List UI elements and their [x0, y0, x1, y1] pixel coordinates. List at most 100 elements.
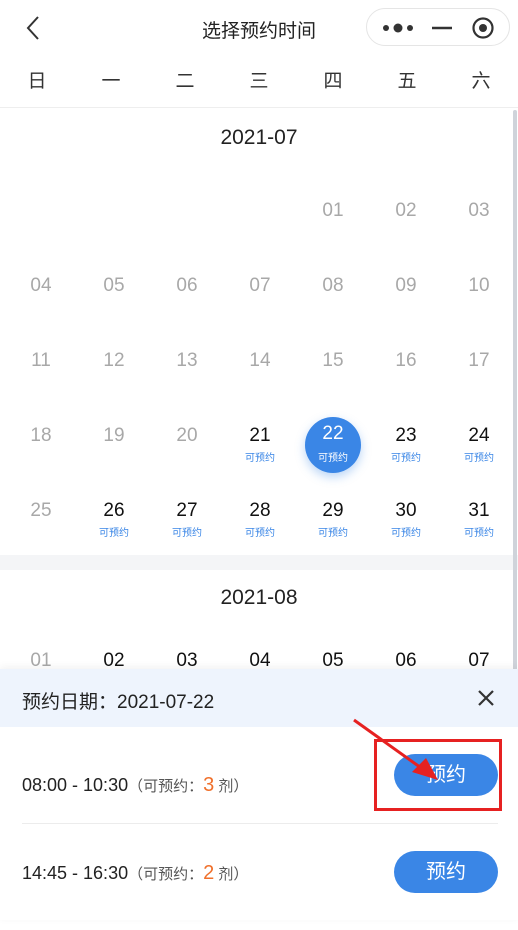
calendar-day: 02 [369, 182, 443, 257]
selected-date-label: 预约日期：2021-07-22 [22, 692, 215, 713]
navigation-bar: 选择预约时间 [0, 0, 518, 56]
weekday-sun: 日 [27, 71, 47, 92]
calendar-day-number: 27 [176, 500, 198, 521]
calendar-day[interactable]: 24 可预约 [442, 407, 516, 482]
calendar-day-number: 17 [468, 350, 490, 371]
calendar-day-number: 30 [395, 500, 417, 521]
calendar-day-number: 03 [468, 200, 490, 221]
month-title: 2021-08 [220, 586, 298, 609]
calendar-day-number: 28 [249, 500, 271, 521]
calendar-day[interactable]: 23 可预约 [369, 407, 443, 482]
calendar-day: 19 [77, 407, 151, 482]
slot-divider [22, 823, 498, 824]
calendar-day-number: 15 [322, 350, 344, 371]
minimize-icon[interactable] [430, 20, 454, 36]
slot-time-text: 14:45 - 16:30（可预约：2 剂） [22, 862, 248, 885]
book-button[interactable]: 预约 [394, 851, 498, 893]
calendar-day: 25 [4, 482, 78, 557]
calendar-day: 06 [150, 257, 224, 332]
calendar-day[interactable]: 29 可预约 [296, 482, 370, 557]
calendar-day-number: 21 [249, 425, 271, 446]
calendar-day-number: 01 [322, 200, 344, 221]
calendar-day: 14 [223, 332, 297, 407]
calendar-day-number: 07 [249, 275, 271, 296]
weekday-fri: 五 [397, 71, 417, 92]
calendar-day-number: 02 [395, 200, 417, 221]
slot-available-suffix: 剂） [214, 866, 249, 883]
slot-time-range: 14:45 - 16:30 [22, 863, 129, 883]
calendar-day[interactable]: 22 可预约 [296, 407, 370, 482]
calendar-day[interactable]: 26 可预约 [77, 482, 151, 557]
weekday-tue: 二 [175, 71, 195, 92]
calendar-day-number: 23 [395, 425, 417, 446]
weekday-wed: 三 [249, 71, 269, 92]
slot-time-range: 08:00 - 10:30 [22, 775, 129, 795]
calendar-day-number: 10 [468, 275, 490, 296]
slot-available-prefix: （可预约： [128, 866, 204, 883]
calendar-day-availability: 可预约 [245, 528, 275, 539]
calendar-day-number: 18 [30, 425, 52, 446]
weekday-mon: 一 [101, 71, 121, 92]
calendar-day-number: 13 [176, 350, 198, 371]
calendar-day[interactable]: 31 可预约 [442, 482, 516, 557]
slot-available-suffix: 剂） [214, 778, 249, 795]
calendar-day-availability: 可预约 [318, 528, 348, 539]
calendar-day: 03 [442, 182, 516, 257]
calendar-day-number: 06 [176, 275, 198, 296]
calendar-day-number: 11 [31, 350, 51, 371]
calendar-day-number: 31 [468, 500, 490, 521]
calendar-day: 07 [223, 257, 297, 332]
calendar-day: 08 [296, 257, 370, 332]
calendar-day: 05 [77, 257, 151, 332]
slot-available-count: 2 [203, 862, 215, 884]
calendar-day-number: 29 [322, 500, 344, 521]
more-icon[interactable] [381, 20, 415, 36]
calendar-day: 20 [150, 407, 224, 482]
weekday-thu: 四 [323, 71, 343, 92]
weekday-sat: 六 [471, 71, 491, 92]
slot-available-count: 3 [203, 774, 215, 796]
annotation-arrow-icon [353, 718, 438, 780]
calendar-day[interactable]: 30 可预约 [369, 482, 443, 557]
calendar-day: 01 [296, 182, 370, 257]
calendar-day-number: 04 [30, 275, 52, 296]
calendar-day-number: 20 [176, 425, 198, 446]
slot-available-prefix: （可预约： [128, 778, 204, 795]
close-target-icon[interactable] [471, 16, 495, 40]
calendar-day: 10 [442, 257, 516, 332]
calendar-day: 15 [296, 332, 370, 407]
calendar-day-availability: 可预约 [391, 528, 421, 539]
calendar-day-number: 22 [322, 423, 344, 444]
weekday-header: 日 一 二 三 四 五 六 [0, 56, 518, 108]
calendar-day: 12 [77, 332, 151, 407]
calendar-day-availability: 可预约 [172, 528, 202, 539]
month-separator [0, 555, 518, 570]
calendar-day: 18 [4, 407, 78, 482]
calendar-day-availability: 可预约 [464, 528, 494, 539]
calendar-day-number: 05 [103, 275, 125, 296]
calendar-day: 16 [369, 332, 443, 407]
calendar-day-availability: 可预约 [391, 453, 421, 464]
calendar-day-number: 08 [322, 275, 344, 296]
calendar-day: 04 [4, 257, 78, 332]
month-title: 2021-07 [220, 126, 298, 149]
calendar-day: 13 [150, 332, 224, 407]
calendar-day: 17 [442, 332, 516, 407]
calendar-day: 11 [4, 332, 78, 407]
calendar-day-availability: 可预约 [464, 453, 494, 464]
calendar-day-number: 24 [468, 425, 490, 446]
month-august: 2021-08 01 02 03 04 05 06 07 [0, 570, 518, 680]
calendar-day[interactable]: 27 可预约 [150, 482, 224, 557]
calendar-day[interactable]: 28 可预约 [223, 482, 297, 557]
slot-time-text: 08:00 - 10:30（可预约：3 剂） [22, 774, 248, 797]
close-icon[interactable] [474, 686, 498, 710]
mini-program-capsule [366, 8, 510, 46]
calendar-day-number: 09 [395, 275, 417, 296]
calendar-day-availability: 可预约 [99, 528, 129, 539]
calendar-day-number: 25 [30, 500, 52, 521]
calendar-day-number: 26 [103, 500, 125, 521]
time-slot: 14:45 - 16:30（可预约：2 剂） 预约 [0, 834, 518, 930]
calendar-day-number: 12 [103, 350, 125, 371]
calendar-day-availability: 可预约 [318, 453, 348, 464]
calendar-day[interactable]: 21 可预约 [223, 407, 297, 482]
